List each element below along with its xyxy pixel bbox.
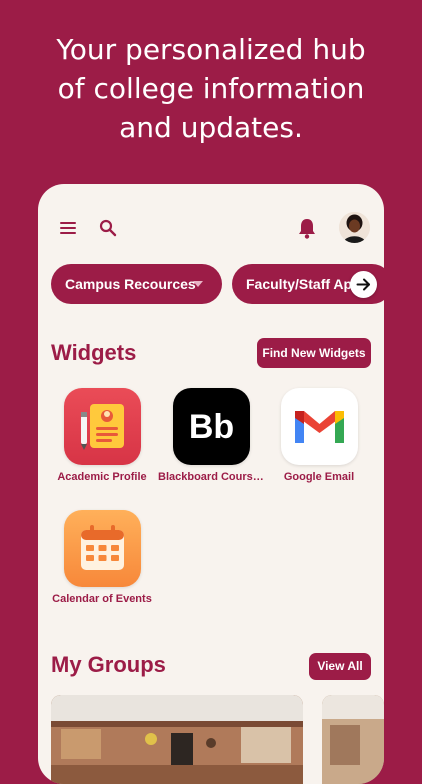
chevron-down-icon (193, 281, 203, 287)
find-new-widgets-button[interactable]: Find New Widgets (257, 338, 371, 368)
chip-label: Campus Recources (65, 276, 196, 292)
widget-label: Calendar of Events (52, 593, 152, 605)
widget-label: Google Email (283, 471, 355, 483)
calendar-icon (63, 510, 141, 587)
view-all-button[interactable]: View All (309, 653, 371, 680)
widget-google-email[interactable]: Google Email (264, 388, 374, 483)
avatar[interactable] (339, 212, 370, 243)
widget-label: Academic Profile (57, 471, 147, 483)
academic-profile-icon (63, 388, 141, 465)
search-icon[interactable] (99, 219, 117, 237)
quick-links-row: Campus Recources Faculty/Staff Apps (51, 264, 384, 304)
group-photo (51, 695, 303, 784)
my-groups-heading: My Groups (51, 652, 166, 677)
group-card[interactable] (322, 695, 384, 784)
group-card[interactable] (51, 695, 303, 784)
blackboard-icon-text: Bb (188, 408, 233, 446)
campus-resources-chip[interactable]: Campus Recources (51, 264, 222, 304)
widget-blackboard[interactable]: Bb Blackboard Courses (156, 388, 266, 483)
widget-calendar-of-events[interactable]: Calendar of Events (47, 510, 157, 605)
blackboard-icon: Bb (172, 388, 250, 465)
widgets-heading: Widgets (51, 340, 137, 365)
widget-academic-profile[interactable]: Academic Profile (47, 388, 157, 483)
group-photo (322, 695, 384, 784)
bell-icon[interactable] (297, 217, 317, 239)
arrow-right-icon[interactable] (350, 271, 377, 298)
headline: Your personalized hub of college informa… (56, 33, 366, 144)
gmail-icon (280, 388, 358, 465)
widget-label: Blackboard Courses (158, 471, 265, 483)
hamburger-menu-icon[interactable] (60, 222, 76, 234)
top-bar (38, 184, 384, 270)
app-screen: Campus Recources Faculty/Staff Apps Widg… (38, 184, 384, 784)
